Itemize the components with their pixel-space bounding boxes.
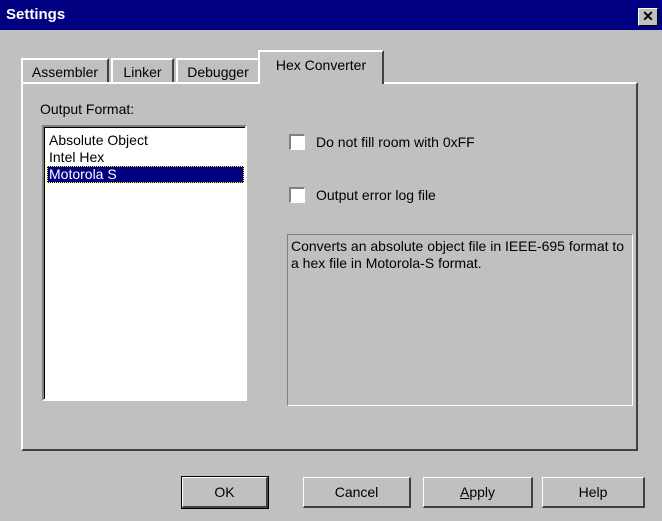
- ok-button[interactable]: OK: [181, 476, 269, 509]
- close-button[interactable]: ✕: [638, 8, 658, 26]
- tab-label: Hex Converter: [275, 57, 367, 73]
- listbox-frame: Absolute Object Intel Hex Motorola S: [44, 127, 245, 399]
- list-item-selected[interactable]: Motorola S: [47, 166, 244, 183]
- help-label: Help: [578, 484, 608, 500]
- output-format-label: Output Format:: [40, 101, 135, 117]
- window-title: Settings: [6, 6, 66, 23]
- tab-label: Linker: [123, 64, 162, 80]
- list-item[interactable]: Absolute Object: [47, 132, 244, 149]
- error-log-label: Output error log file: [316, 187, 436, 203]
- tab-hex-converter[interactable]: Hex Converter: [258, 50, 384, 84]
- cancel-label: Cancel: [334, 484, 379, 500]
- cancel-button[interactable]: Cancel: [303, 477, 411, 508]
- description-box: Converts an absolute object file in IEEE…: [287, 234, 633, 406]
- close-icon: ✕: [642, 8, 654, 24]
- settings-dialog: Settings ✕ Assembler Linker Debugger Hex…: [0, 0, 662, 521]
- tab-label: Assembler: [31, 64, 99, 80]
- error-log-checkbox[interactable]: [289, 187, 305, 203]
- apply-button[interactable]: Apply: [423, 477, 533, 508]
- no-fill-option[interactable]: Do not fill room with 0xFF: [289, 134, 549, 152]
- apply-label-rest: pply: [469, 484, 496, 500]
- help-button[interactable]: Help: [542, 477, 645, 508]
- apply-label-accel: A: [459, 484, 470, 500]
- title-bar: Settings ✕: [0, 0, 662, 30]
- ok-label: OK: [214, 484, 235, 500]
- output-format-listbox[interactable]: Absolute Object Intel Hex Motorola S: [42, 125, 247, 401]
- no-fill-label: Do not fill room with 0xFF: [316, 134, 475, 150]
- no-fill-checkbox[interactable]: [289, 134, 305, 150]
- error-log-option[interactable]: Output error log file: [289, 187, 489, 205]
- list-item[interactable]: Intel Hex: [47, 149, 244, 166]
- tab-label: Debugger: [187, 64, 249, 80]
